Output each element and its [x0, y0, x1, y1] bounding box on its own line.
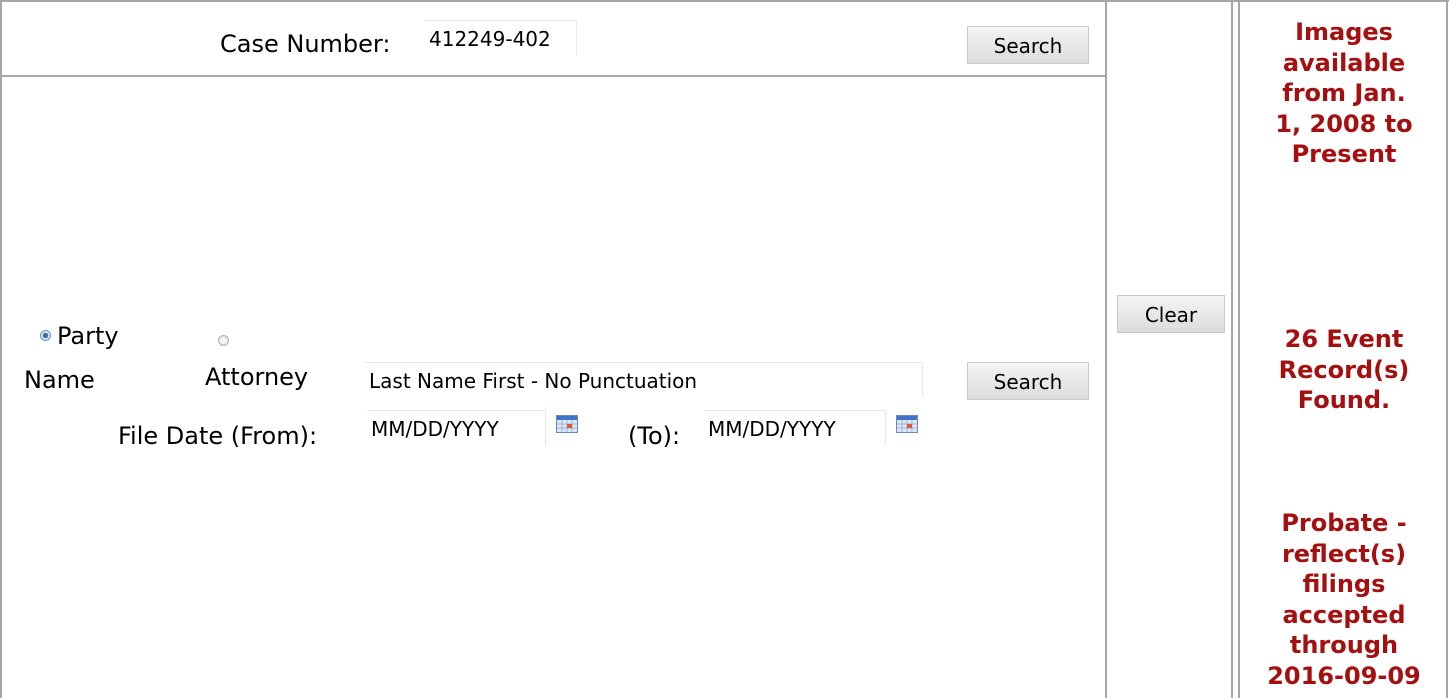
note-line: 1, 2008 to [1275, 109, 1413, 138]
case-search-button[interactable]: Search [967, 26, 1089, 64]
images-availability-note: Images available from Jan. 1, 2008 to Pr… [1242, 17, 1446, 170]
case-number-input[interactable]: 412249-402 [425, 20, 577, 56]
calendar-icon[interactable] [556, 415, 578, 433]
note-line: accepted [1282, 600, 1406, 629]
party-radio-label-line1: Party [57, 322, 119, 350]
file-date-to-label: (To): [628, 422, 681, 450]
note-line: 26 Event [1284, 325, 1404, 353]
party-radio-label-line2: Name [24, 366, 95, 394]
party-name-radio[interactable] [40, 330, 51, 341]
right-border [1446, 0, 1448, 698]
note-line: through [1289, 631, 1399, 660]
note-line: filings [1302, 570, 1386, 599]
note-line: Images [1295, 18, 1393, 46]
note-line: Found. [1297, 386, 1391, 415]
note-line: available [1282, 48, 1406, 77]
name-search-input[interactable]: Last Name First - No Punctuation [365, 362, 923, 398]
record-count-note: 26 Event Record(s) Found. [1242, 324, 1446, 416]
note-line: reflect(s) [1281, 539, 1407, 568]
divider-clear-info [1231, 0, 1233, 698]
name-search-button[interactable]: Search [967, 362, 1089, 400]
note-line: from Jan. [1282, 79, 1406, 108]
attorney-radio[interactable] [218, 335, 229, 346]
row-divider [0, 75, 1107, 77]
divider-main-clear [1105, 0, 1107, 698]
file-date-to-input[interactable]: MM/DD/YYYY [704, 410, 886, 446]
note-line: Present [1291, 140, 1397, 169]
file-date-from-label: File Date (From): [118, 422, 318, 450]
note-line: 2016-09-09 [1267, 661, 1421, 690]
probate-note: Probate - reflect(s) filings accepted th… [1242, 508, 1446, 692]
left-border [0, 0, 2, 698]
case-number-label: Case Number: [220, 30, 391, 58]
calendar-icon[interactable] [896, 415, 918, 433]
search-form: Case Number: 412249-402 Search Party Nam… [0, 0, 1449, 698]
note-line: Probate - [1281, 509, 1407, 537]
file-date-from-input[interactable]: MM/DD/YYYY [367, 410, 546, 446]
divider-clear-info-inner [1238, 0, 1240, 698]
attorney-radio-label: Attorney [205, 363, 309, 391]
clear-button[interactable]: Clear [1117, 295, 1225, 333]
note-line: Record(s) [1278, 355, 1410, 384]
